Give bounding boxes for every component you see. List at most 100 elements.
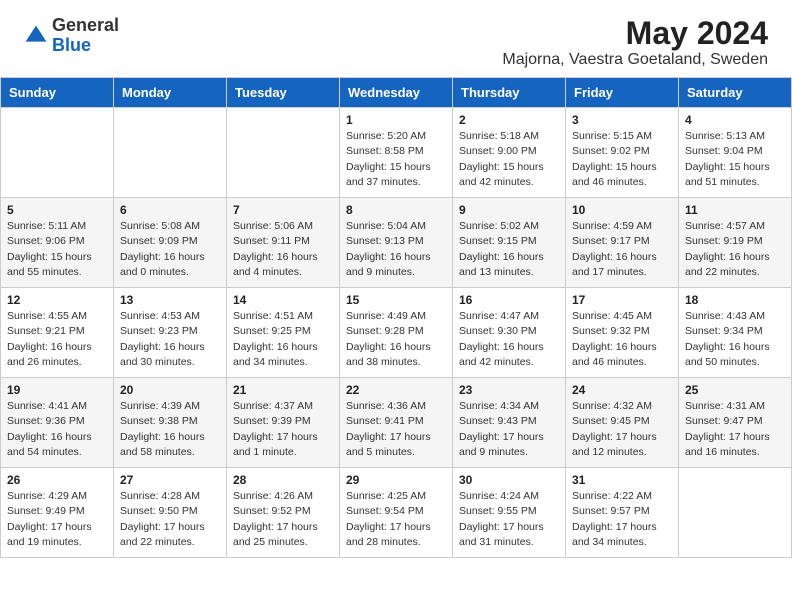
day-detail: Sunrise: 4:45 AM Sunset: 9:32 PM Dayligh…: [572, 309, 672, 370]
day-number: 3: [572, 113, 672, 127]
day-detail: Sunrise: 5:15 AM Sunset: 9:02 PM Dayligh…: [572, 129, 672, 190]
day-detail: Sunrise: 4:39 AM Sunset: 9:38 PM Dayligh…: [120, 399, 220, 460]
day-number: 10: [572, 203, 672, 217]
calendar-cell-week4-day2: 21 Sunrise: 4:37 AM Sunset: 9:39 PM Dayli…: [227, 378, 340, 468]
day-number: 28: [233, 473, 333, 487]
logo: General Blue: [24, 16, 119, 56]
day-detail: Sunrise: 4:26 AM Sunset: 9:52 PM Dayligh…: [233, 489, 333, 550]
calendar-cell-week5-day6: [679, 468, 792, 558]
day-detail: Sunrise: 5:20 AM Sunset: 8:58 PM Dayligh…: [346, 129, 446, 190]
day-number: 5: [7, 203, 107, 217]
day-detail: Sunrise: 5:08 AM Sunset: 9:09 PM Dayligh…: [120, 219, 220, 280]
calendar-cell-week3-day1: 13Sunrise: 4:53 AM Sunset: 9:23 PM Dayli…: [114, 288, 227, 378]
calendar-cell-week5-day2: 28 Sunrise: 4:26 AM Sunset: 9:52 PM Dayli…: [227, 468, 340, 558]
day-number: 16: [459, 293, 559, 307]
calendar-cell-week2-day0: 5 Sunrise: 5:11 AM Sunset: 9:06 PM Daylig…: [1, 198, 114, 288]
day-number: 4: [685, 113, 785, 127]
calendar-week-3: 12Sunrise: 4:55 AM Sunset: 9:21 PM Dayli…: [1, 288, 792, 378]
logo-text: General Blue: [52, 16, 119, 56]
weekday-header-saturday: Saturday: [679, 78, 792, 108]
calendar-cell-week1-day6: 4 Sunrise: 5:13 AM Sunset: 9:04 PM Daylig…: [679, 108, 792, 198]
day-number: 1: [346, 113, 446, 127]
day-detail: Sunrise: 5:04 AM Sunset: 9:13 PM Dayligh…: [346, 219, 446, 280]
day-detail: Sunrise: 4:36 AM Sunset: 9:41 PM Dayligh…: [346, 399, 446, 460]
calendar-cell-week2-day3: 8 Sunrise: 5:04 AM Sunset: 9:13 PM Daylig…: [340, 198, 453, 288]
day-number: 21: [233, 383, 333, 397]
weekday-header-row: SundayMondayTuesdayWednesdayThursdayFrid…: [1, 78, 792, 108]
calendar-cell-week3-day3: 15 Sunrise: 4:49 AM Sunset: 9:28 PM Dayli…: [340, 288, 453, 378]
day-detail: Sunrise: 4:55 AM Sunset: 9:21 PM Dayligh…: [7, 309, 107, 370]
day-detail: Sunrise: 4:49 AM Sunset: 9:28 PM Dayligh…: [346, 309, 446, 370]
day-detail: Sunrise: 5:02 AM Sunset: 9:15 PM Dayligh…: [459, 219, 559, 280]
day-detail: Sunrise: 4:43 AM Sunset: 9:34 PM Dayligh…: [685, 309, 785, 370]
day-detail: Sunrise: 4:57 AM Sunset: 9:19 PM Dayligh…: [685, 219, 785, 280]
calendar-cell-week3-day0: 12Sunrise: 4:55 AM Sunset: 9:21 PM Dayli…: [1, 288, 114, 378]
calendar-week-4: 19Sunrise: 4:41 AM Sunset: 9:36 PM Dayli…: [1, 378, 792, 468]
calendar-cell-week1-day5: 3 Sunrise: 5:15 AM Sunset: 9:02 PM Daylig…: [566, 108, 679, 198]
day-detail: Sunrise: 5:06 AM Sunset: 9:11 PM Dayligh…: [233, 219, 333, 280]
day-detail: Sunrise: 4:51 AM Sunset: 9:25 PM Dayligh…: [233, 309, 333, 370]
day-number: 11: [685, 203, 785, 217]
day-number: 15: [346, 293, 446, 307]
calendar-cell-week1-day1: [114, 108, 227, 198]
calendar-cell-week4-day3: 22Sunrise: 4:36 AM Sunset: 9:41 PM Dayli…: [340, 378, 453, 468]
day-number: 18: [685, 293, 785, 307]
day-number: 14: [233, 293, 333, 307]
calendar-cell-week5-day3: 29 Sunrise: 4:25 AM Sunset: 9:54 PM Dayli…: [340, 468, 453, 558]
calendar-cell-week5-day4: 30Sunrise: 4:24 AM Sunset: 9:55 PM Dayli…: [453, 468, 566, 558]
calendar-cell-week1-day2: [227, 108, 340, 198]
calendar-cell-week2-day1: 6 Sunrise: 5:08 AM Sunset: 9:09 PM Daylig…: [114, 198, 227, 288]
day-number: 30: [459, 473, 559, 487]
day-detail: Sunrise: 4:59 AM Sunset: 9:17 PM Dayligh…: [572, 219, 672, 280]
day-detail: Sunrise: 4:25 AM Sunset: 9:54 PM Dayligh…: [346, 489, 446, 550]
day-number: 20: [120, 383, 220, 397]
day-detail: Sunrise: 4:29 AM Sunset: 9:49 PM Dayligh…: [7, 489, 107, 550]
calendar-cell-week4-day6: 25Sunrise: 4:31 AM Sunset: 9:47 PM Dayli…: [679, 378, 792, 468]
logo-icon: [24, 24, 48, 48]
day-number: 13: [120, 293, 220, 307]
calendar-cell-week5-day5: 31 Sunrise: 4:22 AM Sunset: 9:57 PM Dayli…: [566, 468, 679, 558]
day-detail: Sunrise: 5:18 AM Sunset: 9:00 PM Dayligh…: [459, 129, 559, 190]
day-number: 29: [346, 473, 446, 487]
page-header: General Blue May 2024 Majorna, Vaestra G…: [0, 0, 792, 77]
day-detail: Sunrise: 5:11 AM Sunset: 9:06 PM Dayligh…: [7, 219, 107, 280]
day-detail: Sunrise: 4:22 AM Sunset: 9:57 PM Dayligh…: [572, 489, 672, 550]
weekday-header-friday: Friday: [566, 78, 679, 108]
calendar-cell-week5-day1: 27Sunrise: 4:28 AM Sunset: 9:50 PM Dayli…: [114, 468, 227, 558]
day-number: 17: [572, 293, 672, 307]
calendar-header: SundayMondayTuesdayWednesdayThursdayFrid…: [1, 78, 792, 108]
location-subtitle: Majorna, Vaestra Goetaland, Sweden: [502, 51, 768, 69]
day-number: 24: [572, 383, 672, 397]
weekday-header-thursday: Thursday: [453, 78, 566, 108]
calendar-cell-week2-day4: 9Sunrise: 5:02 AM Sunset: 9:15 PM Daylig…: [453, 198, 566, 288]
calendar-cell-week3-day6: 18 Sunrise: 4:43 AM Sunset: 9:34 PM Dayli…: [679, 288, 792, 378]
calendar-cell-week3-day5: 17 Sunrise: 4:45 AM Sunset: 9:32 PM Dayli…: [566, 288, 679, 378]
calendar-week-2: 5 Sunrise: 5:11 AM Sunset: 9:06 PM Daylig…: [1, 198, 792, 288]
day-number: 2: [459, 113, 559, 127]
calendar-week-5: 26Sunrise: 4:29 AM Sunset: 9:49 PM Dayli…: [1, 468, 792, 558]
calendar-body: 1 Sunrise: 5:20 AM Sunset: 8:58 PM Daylig…: [1, 108, 792, 558]
logo-blue: Blue: [52, 35, 91, 55]
title-block: May 2024 Majorna, Vaestra Goetaland, Swe…: [502, 16, 768, 69]
calendar-cell-week3-day4: 16Sunrise: 4:47 AM Sunset: 9:30 PM Dayli…: [453, 288, 566, 378]
day-number: 6: [120, 203, 220, 217]
day-number: 27: [120, 473, 220, 487]
calendar-cell-week4-day4: 23Sunrise: 4:34 AM Sunset: 9:43 PM Dayli…: [453, 378, 566, 468]
day-detail: Sunrise: 4:32 AM Sunset: 9:45 PM Dayligh…: [572, 399, 672, 460]
day-detail: Sunrise: 4:41 AM Sunset: 9:36 PM Dayligh…: [7, 399, 107, 460]
day-number: 8: [346, 203, 446, 217]
calendar-cell-week1-day3: 1 Sunrise: 5:20 AM Sunset: 8:58 PM Daylig…: [340, 108, 453, 198]
day-number: 31: [572, 473, 672, 487]
calendar-cell-week1-day0: [1, 108, 114, 198]
weekday-header-monday: Monday: [114, 78, 227, 108]
calendar-cell-week1-day4: 2 Sunrise: 5:18 AM Sunset: 9:00 PM Daylig…: [453, 108, 566, 198]
calendar-table: SundayMondayTuesdayWednesdayThursdayFrid…: [0, 77, 792, 558]
calendar-cell-week3-day2: 14 Sunrise: 4:51 AM Sunset: 9:25 PM Dayli…: [227, 288, 340, 378]
day-detail: Sunrise: 5:13 AM Sunset: 9:04 PM Dayligh…: [685, 129, 785, 190]
weekday-header-sunday: Sunday: [1, 78, 114, 108]
calendar-cell-week4-day5: 24 Sunrise: 4:32 AM Sunset: 9:45 PM Dayli…: [566, 378, 679, 468]
day-detail: Sunrise: 4:37 AM Sunset: 9:39 PM Dayligh…: [233, 399, 333, 460]
calendar-week-1: 1 Sunrise: 5:20 AM Sunset: 8:58 PM Daylig…: [1, 108, 792, 198]
calendar-cell-week4-day0: 19Sunrise: 4:41 AM Sunset: 9:36 PM Dayli…: [1, 378, 114, 468]
calendar-cell-week2-day5: 10 Sunrise: 4:59 AM Sunset: 9:17 PM Dayli…: [566, 198, 679, 288]
